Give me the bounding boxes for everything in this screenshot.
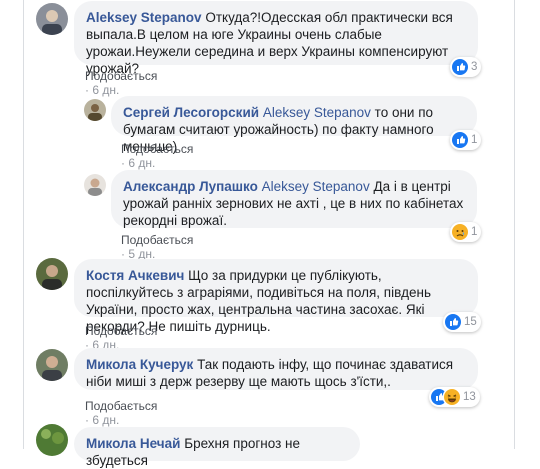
haha-reaction-icon (444, 389, 460, 405)
left-frame-border (23, 0, 24, 449)
like-link[interactable]: Подобається (85, 399, 157, 413)
comment-bubble: Александр Лупашко Aleksey Stepanov Да і … (111, 170, 477, 228)
reaction-count: 15 (464, 316, 477, 328)
like-link[interactable]: Подобається (121, 142, 193, 156)
reaction-count: 3 (471, 61, 478, 73)
like-link[interactable]: Подобається (85, 324, 157, 338)
comment-author-link[interactable]: Александр Лупашко (123, 179, 258, 194)
comment-meta: Подобається · 6 дн. (85, 69, 157, 97)
like-link[interactable]: Подобається (85, 69, 157, 83)
like-link[interactable]: Подобається (121, 233, 193, 247)
mention-link[interactable]: Aleksey Stepanov (262, 179, 370, 194)
reaction-summary[interactable]: 15 (443, 312, 481, 332)
avatar[interactable] (84, 174, 106, 196)
comment-timestamp[interactable]: 6 дн. (128, 156, 155, 170)
avatar[interactable] (36, 424, 68, 456)
reaction-summary[interactable]: 3 (450, 57, 482, 77)
meta-separator: · (85, 83, 89, 97)
comment-meta: Подобається · 6 дн. (85, 399, 157, 427)
comment-bubble: Aleksey Stepanov Откуда?!Одесская обл пр… (74, 1, 478, 76)
reaction-summary[interactable]: 1 (450, 130, 482, 150)
like-reaction-icon (445, 314, 461, 330)
reaction-count: 13 (463, 391, 476, 403)
comment-bubble: Сергей Лесогорский Aleksey Stepanov то о… (111, 96, 477, 154)
comment-bubble: Микола Кучерук Так подають інфу, що почи… (74, 348, 478, 390)
reaction-summary[interactable]: 13 (429, 387, 480, 407)
comment-meta: Подобається · 5 дн. (121, 233, 193, 261)
reaction-summary[interactable]: 1 (450, 222, 482, 242)
like-reaction-icon (452, 132, 468, 148)
avatar[interactable] (36, 3, 68, 35)
avatar[interactable] (36, 349, 68, 381)
comment-meta: Подобається · 6 дн. (121, 142, 193, 170)
comment-author-link[interactable]: Aleksey Stepanov (86, 10, 202, 25)
avatar[interactable] (36, 258, 68, 290)
comment-author-link[interactable]: Микола Кучерук (86, 357, 193, 372)
sad-reaction-icon (452, 224, 468, 240)
meta-separator: · (85, 413, 89, 427)
comment-author-link[interactable]: Костя Ачкевич (86, 268, 184, 283)
reaction-count: 1 (471, 134, 478, 146)
right-frame-border (514, 0, 515, 449)
comment-timestamp[interactable]: 6 дн. (92, 413, 119, 427)
avatar[interactable] (84, 99, 106, 121)
comment-bubble: Костя Ачкевич Що за придурки це публікую… (74, 259, 478, 334)
reaction-count: 1 (471, 226, 478, 238)
comment-bubble: Микола Нечай Брехня прогноз не збудеться (74, 427, 360, 468)
meta-separator: · (121, 156, 125, 170)
comment-timestamp[interactable]: 6 дн. (92, 83, 119, 97)
comment-author-link[interactable]: Сергей Лесогорский (123, 105, 259, 120)
like-reaction-icon (452, 59, 468, 75)
mention-link[interactable]: Aleksey Stepanov (263, 105, 371, 120)
